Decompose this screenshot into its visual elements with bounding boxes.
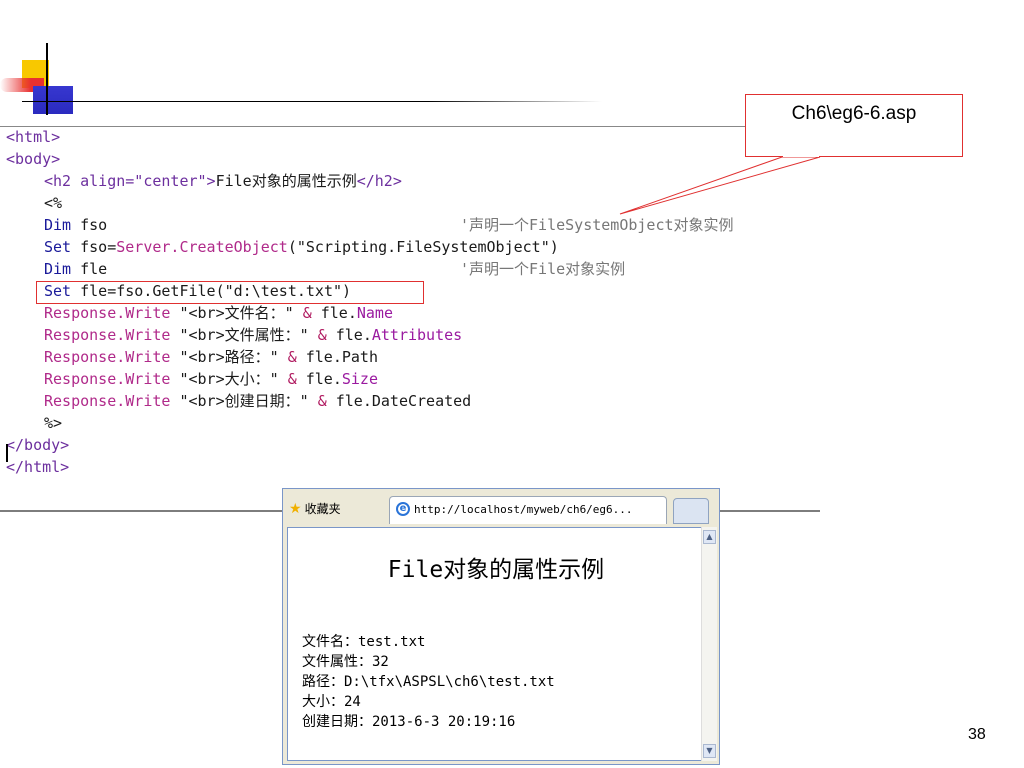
getfile-highlight-box xyxy=(36,281,424,304)
code-line-write-path: Response.Write "<br>路径：" & fle.Path xyxy=(44,346,378,368)
code-line-body-close: </body> xyxy=(6,436,70,454)
result-line-size: 大小：24 xyxy=(302,694,361,710)
fle-object: fle. xyxy=(326,392,372,410)
fle-object: fle. xyxy=(296,370,342,388)
page-content: File对象的属性示例 文件名：test.txt 文件属性：32 路径：D:\t… xyxy=(287,527,705,761)
concat-operator: & xyxy=(302,304,312,322)
code-line-write-name: Response.Write "<br>文件名：" & fle.Name xyxy=(44,302,393,324)
separator-left xyxy=(0,510,282,512)
concat-operator: & xyxy=(287,348,297,366)
text-cursor xyxy=(6,444,8,462)
browser-tab-bar: ★ 收藏夹 e http://localhost/myweb/ch6/eg6... xyxy=(283,489,719,527)
fle-object: fle. xyxy=(296,348,342,366)
response-write: Response.Write xyxy=(44,326,171,344)
concat-operator: & xyxy=(317,392,327,410)
code-line-dim-fle: Dim fle xyxy=(44,258,107,280)
code-line-write-attributes: Response.Write "<br>文件属性：" & fle.Attribu… xyxy=(44,324,462,346)
create-object-call: Server.CreateObject xyxy=(116,238,288,256)
scroll-down-icon[interactable]: ▼ xyxy=(703,744,716,758)
code-line-asp-close: %> xyxy=(44,414,63,432)
result-line-attributes: 文件属性：32 xyxy=(302,654,389,670)
ie-icon: e xyxy=(396,502,410,516)
response-write: Response.Write xyxy=(44,392,171,410)
result-line-name: 文件名：test.txt xyxy=(302,634,426,650)
write-string: "<br>路径：" xyxy=(170,348,288,366)
code-line-write-date: Response.Write "<br>创建日期：" & fle.DateCre… xyxy=(44,390,471,412)
set-keyword: Set xyxy=(44,238,72,256)
page-heading: File对象的属性示例 xyxy=(387,557,605,583)
browser-window: ★ 收藏夹 e http://localhost/myweb/ch6/eg6...… xyxy=(282,488,720,765)
slide-page-number: 38 xyxy=(968,726,986,743)
scroll-up-icon[interactable]: ▲ xyxy=(703,530,716,544)
code-line-write-size: Response.Write "<br>大小：" & fle.Size xyxy=(44,368,378,390)
concat-operator: & xyxy=(287,370,297,388)
favorites-label: 收藏夹 xyxy=(304,502,341,516)
new-tab-button[interactable] xyxy=(673,498,709,524)
result-line-date: 创建日期：2013-6-3 20:19:16 xyxy=(302,714,516,730)
attributes-property: Attributes xyxy=(371,326,463,344)
dim-keyword: Dim xyxy=(44,260,72,278)
path-property: Path xyxy=(341,348,378,366)
name-property: Name xyxy=(356,304,393,322)
write-string: "<br>创建日期：" xyxy=(170,392,318,410)
result-line-path: 路径：D:\tfx\ASPSL\ch6\test.txt xyxy=(302,674,555,690)
star-icon: ★ xyxy=(289,501,302,517)
favorites-button[interactable]: ★ 收藏夹 xyxy=(289,498,341,520)
browser-tab[interactable]: e http://localhost/myweb/ch6/eg6... xyxy=(389,496,667,524)
browser-tab-title: http://localhost/myweb/ch6/eg6... xyxy=(414,503,633,516)
fle-object: fle. xyxy=(326,326,372,344)
separator-right xyxy=(720,510,820,512)
response-write: Response.Write xyxy=(44,370,171,388)
fso-assign: fso= xyxy=(71,238,117,256)
response-write: Response.Write xyxy=(44,348,171,366)
code-comment-fle: '声明一个File对象实例 xyxy=(460,260,626,278)
fle-var: fle xyxy=(71,260,108,278)
write-string: "<br>大小：" xyxy=(170,370,288,388)
fle-object: fle. xyxy=(311,304,357,322)
concat-operator: & xyxy=(317,326,327,344)
response-write: Response.Write xyxy=(44,304,171,322)
code-line-html-close: </html> xyxy=(6,458,70,474)
result-lines: 文件名：test.txt 文件属性：32 路径：D:\tfx\ASPSL\ch6… xyxy=(302,632,555,732)
datecreated-property: DateCreated xyxy=(371,392,472,410)
write-string: "<br>文件属性：" xyxy=(170,326,318,344)
callout-pointer-cover xyxy=(783,155,819,157)
vertical-scrollbar[interactable]: ▲ ▼ xyxy=(701,527,717,761)
size-property: Size xyxy=(341,370,378,388)
create-object-arg: ("Scripting.FileSystemObject") xyxy=(287,238,559,256)
write-string: "<br>文件名：" xyxy=(170,304,303,322)
